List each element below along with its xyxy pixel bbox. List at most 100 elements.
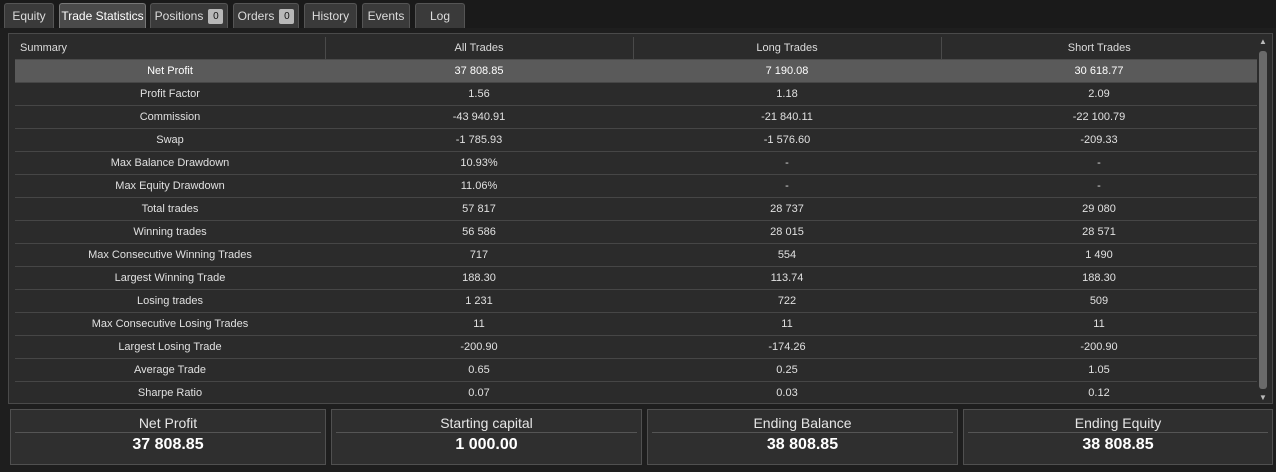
row-metric-label: Max Consecutive Winning Trades: [15, 243, 325, 267]
row-metric-value: 10.93%: [325, 151, 633, 175]
scroll-down-arrow-icon[interactable]: ▼: [1258, 393, 1268, 403]
row-metric-label: Sharpe Ratio: [15, 381, 325, 403]
table-row[interactable]: Max Balance Drawdown 10.93% - -: [15, 151, 1257, 175]
row-metric-label: Total trades: [15, 197, 325, 221]
table-row[interactable]: Average Trade 0.65 0.25 1.05: [15, 358, 1257, 382]
card-title: Ending Equity: [968, 413, 1268, 433]
row-metric-value: 57 817: [325, 197, 633, 221]
row-metric-label: Max Equity Drawdown: [15, 174, 325, 198]
table-row[interactable]: Sharpe Ratio 0.07 0.03 0.12: [15, 381, 1257, 403]
row-metric-value: -: [941, 174, 1257, 198]
table-row[interactable]: Max Consecutive Losing Trades 11 11 11: [15, 312, 1257, 336]
row-metric-value: 509: [941, 289, 1257, 313]
row-metric-value: -200.90: [941, 335, 1257, 359]
row-metric-value: 11.06%: [325, 174, 633, 198]
row-metric-value: 11: [941, 312, 1257, 336]
scroll-up-arrow-icon[interactable]: ▲: [1258, 37, 1268, 47]
row-metric-value: 0.07: [325, 381, 633, 403]
row-metric-label: Largest Losing Trade: [15, 335, 325, 359]
tab-positions[interactable]: Positions 0: [150, 3, 228, 28]
row-metric-label: Average Trade: [15, 358, 325, 382]
tab-label: Equity: [12, 9, 46, 23]
tab-trade-statistics[interactable]: Trade Statistics: [59, 3, 146, 28]
table-row[interactable]: Total trades 57 817 28 737 29 080: [15, 197, 1257, 221]
card-value: 38 808.85: [766, 436, 839, 453]
row-metric-label: Largest Winning Trade: [15, 266, 325, 290]
card-ending-equity: Ending Equity 38 808.85: [963, 409, 1273, 465]
table-row[interactable]: Winning trades 56 586 28 015 28 571: [15, 220, 1257, 244]
row-metric-value: 1.56: [325, 82, 633, 106]
row-metric-value: 7 190.08: [633, 59, 941, 83]
card-ending-balance: Ending Balance 38 808.85: [647, 409, 958, 465]
row-metric-value: 56 586: [325, 220, 633, 244]
table-row[interactable]: Profit Factor 1.56 1.18 2.09: [15, 82, 1257, 106]
tab-label: Orders: [237, 9, 275, 23]
row-metric-value: -200.90: [325, 335, 633, 359]
table-row[interactable]: Max Equity Drawdown 11.06% - -: [15, 174, 1257, 198]
table-body: Net Profit 37 808.85 7 190.08 30 618.77 Prof…: [15, 59, 1257, 403]
row-metric-value: -: [941, 151, 1257, 175]
tab-events[interactable]: Events: [362, 3, 410, 28]
row-metric-label: Swap: [15, 128, 325, 152]
row-metric-value: 37 808.85: [325, 59, 633, 83]
scrollbar-thumb[interactable]: [1259, 51, 1267, 389]
statistics-table-container: Summary All Trades Long Trades Short Tra…: [15, 37, 1257, 403]
table-row[interactable]: Max Consecutive Winning Trades 717 554 1 49…: [15, 243, 1257, 267]
row-metric-value: 28 737: [633, 197, 941, 221]
row-metric-value: 30 618.77: [941, 59, 1257, 83]
tab-label: Trade Statistics: [61, 9, 144, 23]
tab-label: Positions: [154, 9, 204, 23]
column-header-long-trades[interactable]: Long Trades: [633, 37, 942, 60]
table-row[interactable]: Losing trades 1 231 722 509: [15, 289, 1257, 313]
column-header-summary[interactable]: Summary: [15, 37, 326, 60]
tab-log[interactable]: Log: [415, 3, 465, 28]
row-metric-value: 0.03: [633, 381, 941, 403]
table-row[interactable]: Net Profit 37 808.85 7 190.08 30 618.77: [15, 59, 1257, 83]
row-metric-label: Net Profit: [15, 59, 325, 83]
row-metric-value: -: [633, 174, 941, 198]
tab-bar: Equity Trade Statistics Positions 0 Orde…: [0, 0, 1276, 28]
table-row[interactable]: Swap -1 785.93 -1 576.60 -209.33: [15, 128, 1257, 152]
card-title: Starting capital: [336, 413, 637, 433]
card-title: Net Profit: [15, 413, 321, 433]
row-metric-label: Profit Factor: [15, 82, 325, 106]
row-metric-value: 29 080: [941, 197, 1257, 221]
row-metric-value: 1 490: [941, 243, 1257, 267]
row-metric-value: -209.33: [941, 128, 1257, 152]
table-row[interactable]: Largest Losing Trade -200.90 -174.26 -200.9…: [15, 335, 1257, 359]
row-metric-value: 1.05: [941, 358, 1257, 382]
orders-count-badge: 0: [279, 8, 295, 24]
tab-label: Events: [367, 9, 405, 23]
row-metric-label: Winning trades: [15, 220, 325, 244]
row-metric-value: 28 571: [941, 220, 1257, 244]
tab-orders[interactable]: Orders 0: [233, 3, 299, 28]
row-metric-value: 1.18: [633, 82, 941, 106]
card-title: Ending Balance: [652, 413, 953, 433]
row-metric-value: 28 015: [633, 220, 941, 244]
row-metric-value: -22 100.79: [941, 105, 1257, 129]
table-row[interactable]: Commission -43 940.91 -21 840.11 -22 100.79: [15, 105, 1257, 129]
positions-count-badge: 0: [208, 8, 224, 24]
row-metric-value: 722: [633, 289, 941, 313]
row-metric-value: 188.30: [325, 266, 633, 290]
trade-statistics-panel: Summary All Trades Long Trades Short Tra…: [8, 33, 1273, 404]
row-metric-value: -1 785.93: [325, 128, 633, 152]
row-metric-value: 554: [633, 243, 941, 267]
row-metric-value: 113.74: [633, 266, 941, 290]
tab-equity[interactable]: Equity: [4, 3, 54, 28]
row-metric-value: -: [633, 151, 941, 175]
row-metric-label: Losing trades: [15, 289, 325, 313]
row-metric-value: 188.30: [941, 266, 1257, 290]
row-metric-value: -21 840.11: [633, 105, 941, 129]
row-metric-value: -43 940.91: [325, 105, 633, 129]
column-header-all-trades[interactable]: All Trades: [325, 37, 634, 60]
tab-label: History: [311, 9, 350, 23]
row-metric-value: 0.25: [633, 358, 941, 382]
table-row[interactable]: Largest Winning Trade 188.30 113.74 188.30: [15, 266, 1257, 290]
row-metric-value: 0.65: [325, 358, 633, 382]
column-header-short-trades[interactable]: Short Trades: [941, 37, 1257, 60]
vertical-scrollbar[interactable]: ▲ ▼: [1258, 37, 1268, 403]
row-metric-value: 1 231: [325, 289, 633, 313]
tab-history[interactable]: History: [304, 3, 357, 28]
card-value: 37 808.85: [132, 436, 204, 453]
